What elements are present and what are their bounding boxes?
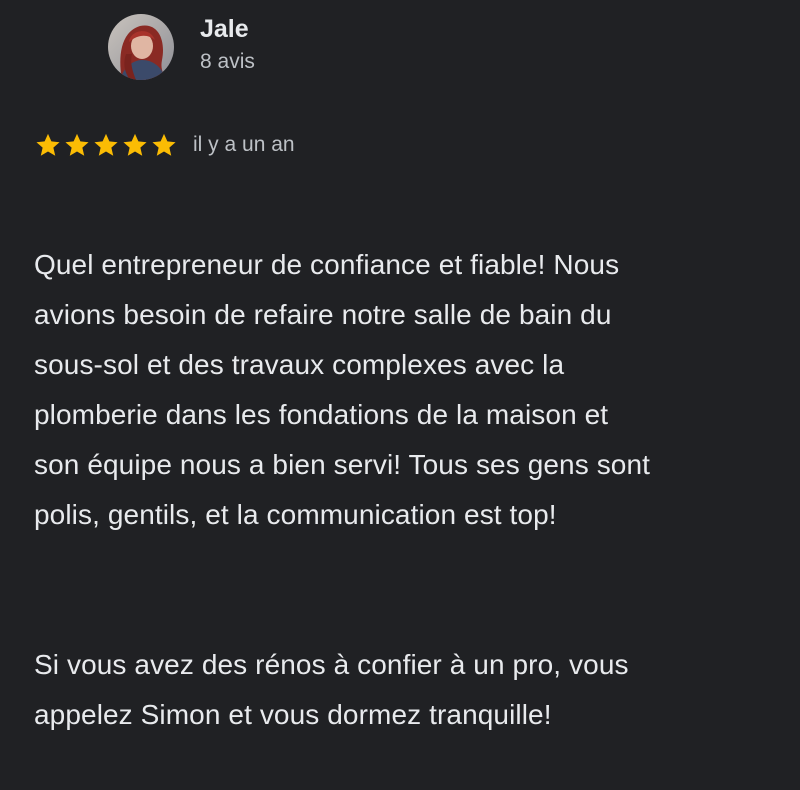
avatar[interactable] — [108, 14, 174, 80]
star-icon — [94, 133, 118, 156]
star-rating — [34, 131, 178, 159]
review-header: Jale 8 avis — [108, 14, 255, 80]
review-paragraph: Quel entrepreneur de confiance et fiable… — [34, 249, 651, 530]
review-text: Quel entrepreneur de confiance et fiable… — [34, 190, 774, 790]
star-icon — [36, 133, 60, 156]
author-review-count[interactable]: 8 avis — [200, 48, 255, 76]
review-time: il y a un an — [193, 133, 295, 156]
author-name[interactable]: Jale — [200, 14, 255, 44]
star-icon — [65, 133, 89, 156]
star-icon — [123, 133, 147, 156]
review-paragraph: Si vous avez des rénos à confier à un pr… — [34, 649, 629, 730]
star-icon — [152, 133, 176, 156]
author-info: Jale 8 avis — [200, 14, 255, 76]
avatar-photo — [108, 14, 174, 80]
review-card: Jale 8 avis il y a un an Quel entreprene… — [0, 0, 800, 730]
rating-row: il y a un an — [34, 130, 295, 160]
